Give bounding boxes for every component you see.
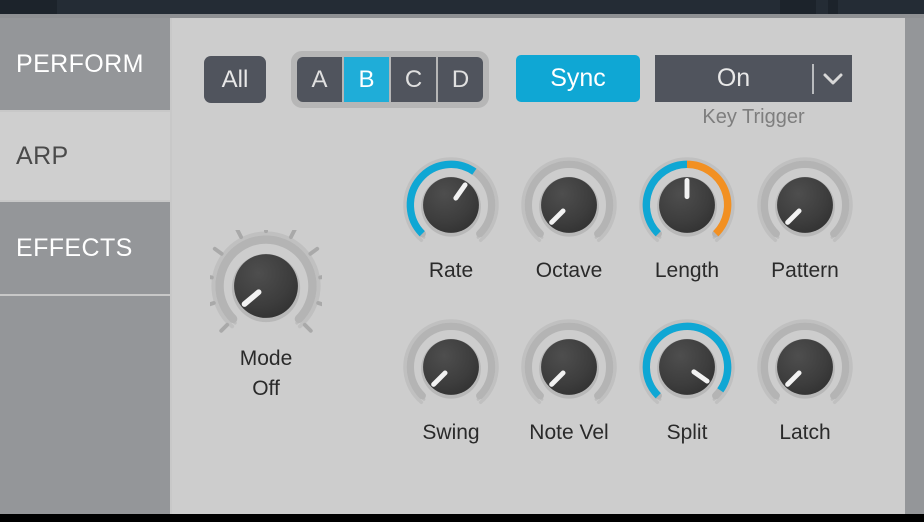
latch-knob[interactable]: Latch xyxy=(756,318,854,446)
title-bar-segment-far-right xyxy=(828,0,838,14)
sidebar-item-effects[interactable]: EFFECTS xyxy=(0,202,170,294)
length-dial[interactable] xyxy=(638,156,736,254)
split-label: Split xyxy=(666,421,708,444)
mode-dial[interactable] xyxy=(210,230,322,342)
sidebar-item-effects-label: EFFECTS xyxy=(16,233,133,262)
mode-knob[interactable]: Mode Off xyxy=(210,230,322,402)
all-button-label: All xyxy=(221,65,249,93)
mode-value: Off xyxy=(252,377,280,400)
sync-button[interactable]: Sync xyxy=(516,55,640,102)
octave-dial[interactable] xyxy=(520,156,618,254)
pattern-dial[interactable] xyxy=(756,156,854,254)
slot-segmented-control: A B C D xyxy=(291,51,489,108)
note-vel-label: Note Vel xyxy=(529,421,609,444)
sync-button-label: Sync xyxy=(550,64,606,92)
swing-dial[interactable] xyxy=(402,318,500,416)
slot-button-c[interactable]: C xyxy=(391,57,436,102)
mode-label: Mode xyxy=(239,347,293,370)
right-edge-strip xyxy=(905,18,924,514)
key-trigger-dropdown[interactable]: On xyxy=(655,55,852,102)
title-bar xyxy=(0,0,924,14)
octave-knob[interactable]: Octave xyxy=(520,156,618,284)
arp-panel: All A B C D Sync On Key Trigger Mode Off… xyxy=(172,18,905,514)
octave-label: Octave xyxy=(535,259,603,282)
rate-label: Rate xyxy=(428,259,474,282)
sidebar-item-perform[interactable]: PERFORM xyxy=(0,18,170,110)
sidebar-item-arp-label: ARP xyxy=(16,141,69,170)
bottom-edge-bar xyxy=(0,514,924,522)
rate-knob[interactable]: Rate xyxy=(402,156,500,284)
pattern-knob[interactable]: Pattern xyxy=(756,156,854,284)
sidebar: PERFORM ARP EFFECTS xyxy=(0,18,170,514)
plugin-window: PERFORM ARP EFFECTS All A B C D Sync On … xyxy=(0,0,924,522)
split-knob[interactable]: Split xyxy=(638,318,736,446)
slot-button-b-label: B xyxy=(358,65,375,93)
slot-button-d[interactable]: D xyxy=(438,57,483,102)
slot-button-a[interactable]: A xyxy=(297,57,342,102)
title-bar-segment-right xyxy=(780,0,816,14)
swing-label: Swing xyxy=(422,421,480,444)
slot-button-c-label: C xyxy=(404,65,423,93)
slot-button-a-label: A xyxy=(311,65,328,93)
all-button[interactable]: All xyxy=(204,56,266,103)
pattern-label: Pattern xyxy=(771,259,839,282)
length-label: Length xyxy=(654,259,720,282)
latch-dial[interactable] xyxy=(756,318,854,416)
latch-label: Latch xyxy=(779,421,831,444)
title-bar-segment-left xyxy=(0,0,57,14)
length-knob[interactable]: Length xyxy=(638,156,736,284)
note-vel-dial[interactable] xyxy=(520,318,618,416)
key-trigger-value: On xyxy=(716,64,751,92)
sidebar-empty-area xyxy=(0,296,170,514)
chevron-down-icon[interactable] xyxy=(814,72,852,86)
sidebar-item-arp[interactable]: ARP xyxy=(0,112,170,200)
note-vel-knob[interactable]: Note Vel xyxy=(520,318,618,446)
key-trigger-caption: Key Trigger xyxy=(702,106,805,128)
split-dial[interactable] xyxy=(638,318,736,416)
slot-button-b[interactable]: B xyxy=(344,57,389,102)
slot-button-d-label: D xyxy=(451,65,470,93)
rate-dial[interactable] xyxy=(402,156,500,254)
sidebar-item-perform-label: PERFORM xyxy=(16,49,144,78)
swing-knob[interactable]: Swing xyxy=(402,318,500,446)
